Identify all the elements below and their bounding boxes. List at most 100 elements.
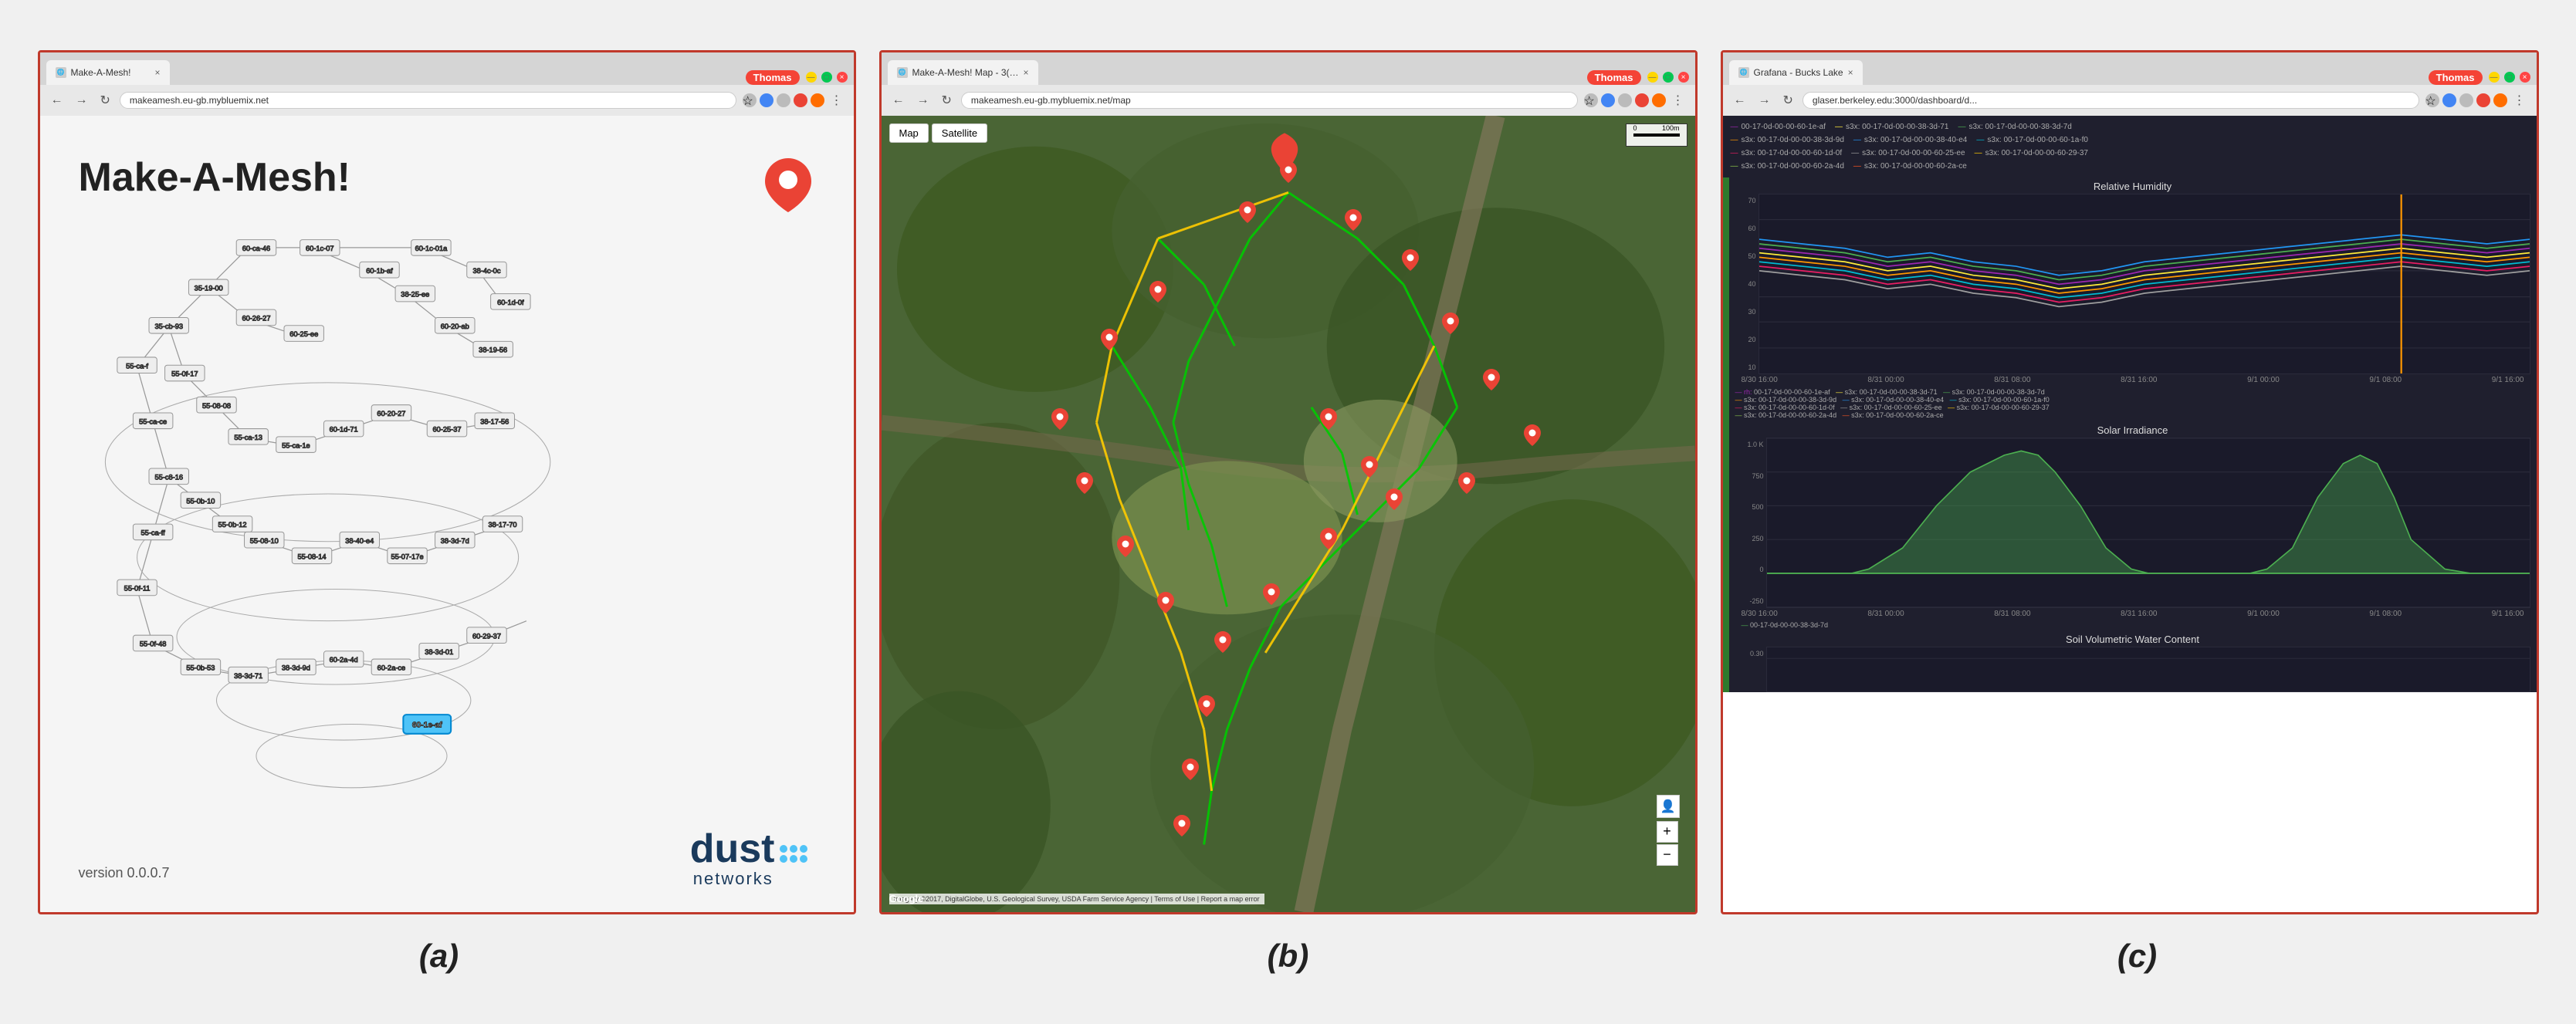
reload-btn-c[interactable]: ↻ xyxy=(1780,91,1796,110)
dust-dot-4 xyxy=(780,855,787,863)
tab-c[interactable]: 🌐 Grafana - Bucks Lake × xyxy=(1729,60,1863,85)
panels-row: 🌐 Make-A-Mesh! × Thomas — □ × ← xyxy=(15,50,2561,914)
reload-btn-b[interactable]: ↻ xyxy=(939,91,955,110)
mid-legend-line-2: — s3x: 00-17-0d-00-00-38-3d-9d — s3x: 00… xyxy=(1735,396,2530,404)
action-dot2-c[interactable] xyxy=(2459,93,2473,107)
legend-text-1a: 00-17-0d-00-00-60-1e-af xyxy=(1742,120,1826,133)
action-dot4-b[interactable] xyxy=(1652,93,1666,107)
satellite-view-btn[interactable]: Satellite xyxy=(932,123,987,143)
address-bar-b[interactable]: makeamesh.eu-gb.mybluemix.net/map xyxy=(961,92,1578,109)
legend-item-1a: — xyxy=(1731,120,1738,133)
legend-text-1b: s3x: 00-17-0d-00-00-38-3d-71 xyxy=(1846,120,1948,133)
action-dot3-c[interactable] xyxy=(2476,93,2490,107)
soil-chart-block: Soil Volumetric Water Content 0.30 xyxy=(1729,630,2537,692)
address-text-b: makeamesh.eu-gb.mybluemix.net/map xyxy=(971,95,1131,106)
solar-y-2: 750 xyxy=(1735,472,1764,480)
marker-3 xyxy=(1345,209,1362,235)
solar-x-4: 8/31 16:00 xyxy=(2121,610,2157,618)
panel-b-content: Map Satellite 0 100m 👤 + − xyxy=(882,116,1695,912)
reload-btn-a[interactable]: ↻ xyxy=(97,91,113,110)
browser-actions-a: ☆ ⋮ xyxy=(743,91,846,110)
y-tick-10: 10 xyxy=(1735,363,1756,371)
action-dot1-a[interactable] xyxy=(760,93,773,107)
solar-chart-area xyxy=(1766,438,2530,608)
svg-text:60-2a-4d: 60-2a-4d xyxy=(329,656,357,664)
label-a: (a) xyxy=(419,938,459,974)
forward-btn-a[interactable]: → xyxy=(73,92,91,109)
svg-text:55-ca-f: 55-ca-f xyxy=(126,362,148,370)
tab-b[interactable]: 🌐 Make-A-Mesh! Map - 3(… × xyxy=(888,60,1038,85)
solar-y-axis: 1.0 K 750 500 250 0 -250 xyxy=(1735,438,1766,608)
dust-dots-2 xyxy=(780,855,807,863)
minimize-btn-a[interactable]: — xyxy=(806,72,817,83)
maximize-btn-c[interactable]: □ xyxy=(2504,72,2515,83)
forward-btn-c[interactable]: → xyxy=(1755,92,1774,109)
grafana-top-legend: — 00-17-0d-00-00-60-1e-af — s3x: 00-17-0… xyxy=(1723,116,2537,177)
map-view-btn[interactable]: Map xyxy=(889,123,929,143)
x-tick-7: 9/1 16:00 xyxy=(2492,376,2524,384)
minimize-btn-c[interactable]: — xyxy=(2489,72,2500,83)
solar-x-2: 8/31 00:00 xyxy=(1867,610,1904,618)
maximize-btn-a[interactable]: □ xyxy=(821,72,832,83)
browser-actions-c: ☆ ⋮ xyxy=(2425,91,2529,110)
solar-x-1: 8/30 16:00 xyxy=(1742,610,1778,618)
tab-a[interactable]: 🌐 Make-A-Mesh! × xyxy=(46,60,170,85)
action-star-a[interactable]: ☆ xyxy=(743,93,757,107)
tab-row-right-a: Thomas — □ × xyxy=(746,70,848,85)
dust-text: dust xyxy=(690,829,775,869)
person-icon[interactable]: 👤 xyxy=(1657,795,1680,818)
humidity-chart-block: Relative Humidity 70 60 50 40 30 20 xyxy=(1729,177,2537,387)
menu-btn-c[interactable]: ⋮ xyxy=(2510,91,2529,110)
mid-legend-line-3: — s3x: 00-17-0d-00-00-60-1d-0f — s3x: 00… xyxy=(1735,404,2530,411)
svg-text:55-ca-ce: 55-ca-ce xyxy=(139,417,167,425)
address-bar-a[interactable]: makeamesh.eu-gb.mybluemix.net xyxy=(120,92,736,109)
tab-close-a[interactable]: × xyxy=(154,67,160,78)
action-dot1-b[interactable] xyxy=(1601,93,1615,107)
zoom-out-btn[interactable]: − xyxy=(1657,844,1678,866)
address-bar-c[interactable]: glaser.berkeley.edu:3000/dashboard/d... xyxy=(1803,92,2419,109)
mid-legend: — rh: 00-17-0d-00-00-60-1e-af — s3x: 00-… xyxy=(1729,386,2537,421)
tab-close-b[interactable]: × xyxy=(1024,67,1029,78)
legend-text-4b: s3x: 00-17-0d-00-00-60-2a-ce xyxy=(1864,160,1967,173)
network-graph: 60-ca-46 60-1c-07 60-1b-af 60-1c-01a 38-… xyxy=(63,224,831,820)
marker-5 xyxy=(1442,313,1459,338)
solar-y-5: 0 xyxy=(1735,566,1764,573)
action-dot2-b[interactable] xyxy=(1618,93,1632,107)
marker-15 xyxy=(1173,815,1190,840)
zoom-in-btn[interactable]: + xyxy=(1657,821,1678,843)
tab-row-right-b: Thomas — □ × xyxy=(1587,70,1689,85)
x-tick-6: 9/1 08:00 xyxy=(2369,376,2402,384)
action-dot2-a[interactable] xyxy=(777,93,790,107)
favicon-a: 🌐 xyxy=(56,67,66,78)
tab-bar-a: 🌐 Make-A-Mesh! × Thomas — □ × xyxy=(40,52,854,85)
y-tick-40: 40 xyxy=(1735,280,1756,288)
close-btn-a[interactable]: × xyxy=(837,72,848,83)
action-dot3-a[interactable] xyxy=(794,93,807,107)
svg-text:60-1b-af: 60-1b-af xyxy=(366,266,393,274)
action-dot1-c[interactable] xyxy=(2442,93,2456,107)
mid-legend-line-1: — rh: 00-17-0d-00-00-60-1e-af — s3x: 00-… xyxy=(1735,388,2530,396)
action-dot3-b[interactable] xyxy=(1635,93,1649,107)
label-b: (b) xyxy=(1268,938,1309,974)
legend-item-4a: — xyxy=(1731,160,1738,173)
close-btn-c[interactable]: × xyxy=(2520,72,2530,83)
close-btn-b[interactable]: × xyxy=(1678,72,1689,83)
action-star-c[interactable]: ☆ xyxy=(2425,93,2439,107)
action-dot4-c[interactable] xyxy=(2493,93,2507,107)
maximize-btn-b[interactable]: □ xyxy=(1663,72,1674,83)
forward-btn-b[interactable]: → xyxy=(914,92,933,109)
menu-btn-b[interactable]: ⋮ xyxy=(1669,91,1687,110)
tab-close-c[interactable]: × xyxy=(1848,67,1853,78)
svg-text:60-1d-71: 60-1d-71 xyxy=(329,425,357,433)
solar-y-4: 250 xyxy=(1735,535,1764,542)
svg-text:60-1c-01a: 60-1c-01a xyxy=(415,244,448,252)
minimize-btn-b[interactable]: — xyxy=(1647,72,1658,83)
menu-btn-a[interactable]: ⋮ xyxy=(828,91,846,110)
svg-text:60-25-37: 60-25-37 xyxy=(432,425,461,433)
back-btn-c[interactable]: ← xyxy=(1731,92,1749,109)
marker-17 xyxy=(1101,329,1118,354)
action-dot4-a[interactable] xyxy=(811,93,824,107)
back-btn-b[interactable]: ← xyxy=(889,92,908,109)
action-star-b[interactable]: ☆ xyxy=(1584,93,1598,107)
back-btn-a[interactable]: ← xyxy=(48,92,66,109)
